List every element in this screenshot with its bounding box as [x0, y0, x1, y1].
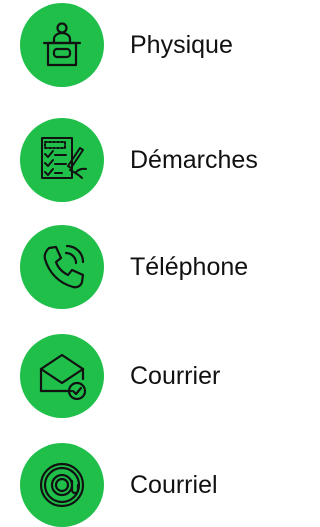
form-checklist-icon — [20, 118, 104, 202]
at-sign-icon — [20, 443, 104, 527]
channel-label: Démarches — [130, 145, 258, 174]
contact-channel-list: Physique Démarches Téléphone Courrier Co… — [0, 0, 288, 527]
channel-item-courrier[interactable]: Courrier — [20, 334, 280, 418]
channel-item-telephone[interactable]: Téléphone — [20, 225, 280, 309]
channel-item-courriel[interactable]: Courriel — [20, 443, 280, 527]
reception-desk-icon — [20, 3, 104, 87]
channel-label: Téléphone — [130, 252, 249, 281]
phone-call-icon — [20, 225, 104, 309]
envelope-check-icon — [20, 334, 104, 418]
channel-item-demarches[interactable]: Démarches — [20, 118, 280, 202]
channel-label: Courriel — [130, 470, 218, 499]
channel-label: Physique — [130, 30, 233, 59]
channel-label: Courrier — [130, 361, 221, 390]
channel-item-physique[interactable]: Physique — [20, 3, 280, 87]
